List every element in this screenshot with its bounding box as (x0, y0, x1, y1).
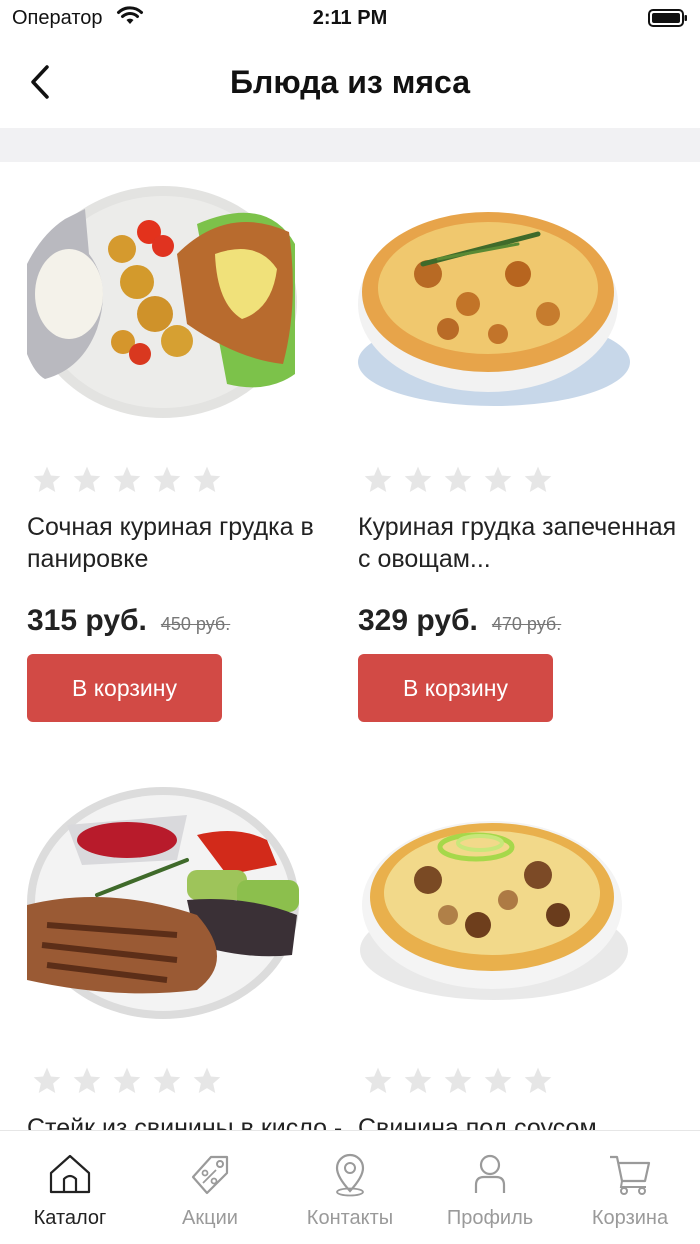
star-rating (362, 464, 554, 496)
price-old: 450 руб. (160, 614, 231, 634)
star-icon (153, 1067, 181, 1093)
battery-icon (648, 9, 687, 27)
star-icon (364, 466, 392, 492)
tab-label: Корзина (591, 1207, 669, 1229)
star-icon (33, 1067, 61, 1093)
product-name[interactable]: Куриная грудка запеченная с овощам... (358, 511, 678, 575)
baked-chicken-image[interactable] (358, 184, 630, 424)
add-to-cart-button[interactable]: В корзину (358, 654, 553, 722)
user-icon (474, 1154, 506, 1193)
map-pin-icon (335, 1153, 365, 1197)
star-icon (73, 466, 101, 492)
pork-steak-image[interactable] (27, 785, 299, 1025)
star-icon (113, 1067, 141, 1093)
star-icon (524, 466, 552, 492)
home-icon (49, 1154, 91, 1194)
status-time: 2:11 PM (312, 7, 388, 29)
star-icon (33, 466, 61, 492)
star-rating (31, 464, 223, 496)
star-icon (484, 466, 512, 492)
product-name[interactable]: Стейк из свинины в кисло - сладком соусе (27, 1112, 347, 1130)
star-icon (484, 1067, 512, 1093)
add-to-cart-button[interactable]: В корзину (27, 654, 222, 722)
star-icon (193, 466, 221, 492)
product-name[interactable]: Сочная куриная грудка в панировке (27, 511, 347, 575)
star-icon (73, 1067, 101, 1093)
navigation-bar: Блюда из мяса (0, 44, 700, 122)
price-old: 470 руб. (491, 614, 562, 634)
chicken-breast-image[interactable] (27, 184, 299, 424)
status-bar: Оператор 2:11 PM (0, 0, 700, 36)
tab-label: Акции (182, 1207, 238, 1229)
tab-cart[interactable]: Корзина (560, 1131, 700, 1244)
tab-label: Каталог (33, 1207, 107, 1229)
tab-label: Контакты (306, 1207, 394, 1229)
tab-catalog[interactable]: Каталог (0, 1131, 140, 1244)
cart-icon (610, 1155, 651, 1195)
star-icon (193, 1067, 221, 1093)
tab-label: Профиль (446, 1207, 534, 1229)
price-current: 315 руб. (27, 604, 147, 637)
pork-in-sauce-image[interactable] (358, 785, 630, 1025)
star-icon (404, 466, 432, 492)
star-icon (444, 1067, 472, 1093)
tab-contacts[interactable]: Контакты (280, 1131, 420, 1244)
star-rating (31, 1065, 223, 1097)
price-row: 329 руб. 470 руб. (358, 604, 561, 638)
star-icon (404, 1067, 432, 1093)
product-grid: Сочная куриная грудка в панировке 315 ру… (0, 162, 700, 1130)
tab-profile[interactable]: Профиль (420, 1131, 560, 1244)
star-icon (113, 466, 141, 492)
page-title: Блюда из мяса (229, 64, 471, 100)
tab-promotions[interactable]: Акции (140, 1131, 280, 1244)
star-icon (153, 466, 181, 492)
star-icon (444, 466, 472, 492)
tab-bar: Каталог Акции Контакты Профиль Корзина (0, 1130, 700, 1244)
star-icon (524, 1067, 552, 1093)
tag-icon (191, 1155, 229, 1195)
star-icon (364, 1067, 392, 1093)
price-current: 329 руб. (358, 604, 478, 637)
product-name[interactable]: Свинина под соусом "Карце-Францезе" (358, 1112, 678, 1130)
price-row: 315 руб. 450 руб. (27, 604, 230, 638)
star-rating (362, 1065, 554, 1097)
section-divider (0, 128, 700, 162)
